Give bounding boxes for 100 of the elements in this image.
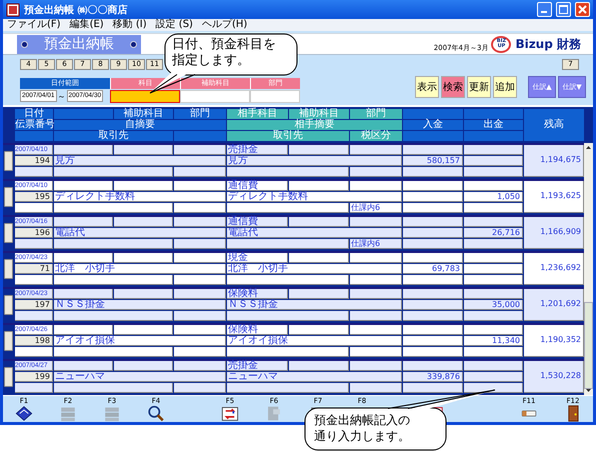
table-cell: [114, 360, 173, 371]
row-select-button[interactable]: [4, 366, 13, 387]
close-button[interactable]: [575, 2, 590, 18]
row-select-button[interactable]: [4, 258, 13, 279]
table-cell: [289, 180, 349, 191]
column-header: 取引先: [54, 130, 173, 141]
withdrawal-cell: 26,716: [464, 228, 523, 238]
table-cell: [174, 144, 226, 155]
memo-cell: ＮＳＳ掛金: [54, 300, 226, 310]
table-cell: [114, 144, 173, 155]
action-button[interactable]: 追加: [493, 76, 517, 98]
action-button[interactable]: 表示: [415, 76, 439, 98]
table-cell: [114, 288, 173, 299]
table-cell: [403, 192, 463, 202]
balance-cell: 1,201,692: [524, 288, 584, 321]
scrollbar-thumb[interactable]: [584, 302, 593, 389]
table-cell: [289, 360, 349, 371]
counter-account-cell: 売掛金: [227, 144, 288, 155]
menu-item[interactable]: 設定 (S): [156, 19, 193, 32]
table-cell: [350, 216, 402, 227]
table-cell: [114, 180, 173, 191]
row-select-button[interactable]: [4, 222, 13, 243]
column-header: 自摘要: [54, 120, 226, 130]
table-cell: [54, 252, 113, 263]
table-cell: [174, 288, 226, 299]
table-cell: [464, 264, 523, 274]
balance-cell: 1,166,909: [524, 216, 584, 249]
action-button[interactable]: 更新: [467, 76, 491, 98]
table-cell: [464, 324, 523, 335]
table-cell: [403, 202, 463, 213]
balance-cell: 1,193,625: [524, 180, 584, 213]
table-cell: [350, 310, 402, 321]
table-cell: [15, 310, 53, 321]
row-select-button[interactable]: [4, 330, 13, 351]
row-select-button[interactable]: [4, 150, 13, 171]
withdrawal-cell: 11,340: [464, 336, 523, 346]
voucher-number-cell: 198: [15, 336, 53, 346]
table-cell: [464, 180, 523, 191]
counter-account-cell: 保険料: [227, 324, 288, 335]
column-header: 相手科目: [227, 108, 288, 119]
header-cell: [54, 108, 113, 119]
memo-cell: アイオイ損保: [54, 336, 226, 346]
header-cell: [403, 108, 463, 119]
table-cell: [15, 382, 53, 393]
table-cell: [15, 346, 53, 357]
screen-title: 預金出納帳: [17, 34, 141, 54]
table-cell: [174, 360, 226, 371]
voucher-number-cell: 71: [15, 264, 53, 274]
counter-account-cell: 売掛金: [227, 360, 288, 371]
table-cell: [403, 252, 463, 263]
table-cell: [403, 324, 463, 335]
table-cell: [54, 216, 113, 227]
table-cell: [54, 144, 113, 155]
column-header: 相手摘要: [227, 120, 402, 130]
row-select-button[interactable]: [4, 294, 13, 315]
column-header: 補助科目: [289, 108, 349, 119]
table-cell: [289, 324, 349, 335]
table-cell: [464, 346, 523, 357]
filter-field[interactable]: [110, 90, 180, 103]
table-cell: [403, 288, 463, 299]
table-cell: [350, 252, 402, 263]
table-cell: [54, 324, 113, 335]
column-header: 税区分: [350, 130, 402, 141]
column-header: 取引先: [227, 130, 349, 141]
column-header: 補助科目: [114, 108, 173, 119]
row-select-button[interactable]: [4, 186, 13, 207]
table-cell: [174, 202, 226, 213]
close-icon: [578, 5, 587, 14]
minimize-button[interactable]: [537, 2, 552, 18]
table-cell: [403, 382, 463, 393]
table-cell: [114, 252, 173, 263]
memo-cell: 北洋 小切手: [54, 264, 226, 274]
table-cell: [403, 228, 463, 238]
table-cell: [350, 346, 402, 357]
scrollbar[interactable]: [584, 142, 593, 395]
table-cell: [350, 144, 402, 155]
memo-cell: 見方: [54, 156, 226, 166]
deposit-cell: 580,157: [403, 156, 463, 166]
header-cell: [174, 130, 226, 141]
withdrawal-cell: 35,000: [464, 300, 523, 310]
action-button[interactable]: 検索: [441, 76, 465, 98]
swap-arrows-icon[interactable]: [220, 404, 240, 422]
menu-item[interactable]: 編集(E): [70, 19, 104, 32]
table-cell: [289, 144, 349, 155]
range-separator: ～: [58, 90, 66, 102]
menu-item[interactable]: ヘルプ(H): [202, 19, 248, 32]
counter-memo-cell: ＮＳＳ掛金: [227, 300, 402, 310]
header-cell: [464, 108, 523, 119]
table-cell: [403, 180, 463, 191]
menu-item[interactable]: ファイル(F): [7, 19, 61, 32]
header-cell: [15, 130, 53, 141]
column-header: 出金: [464, 120, 523, 130]
tax-class-cell: 仕課内6: [350, 202, 402, 213]
table-cell: [403, 216, 463, 227]
deposit-cell: 339,876: [403, 372, 463, 382]
maximize-button[interactable]: [556, 2, 571, 18]
search-icon[interactable]: [146, 404, 166, 422]
menu-item[interactable]: 移動 (I): [112, 19, 147, 32]
table-cell: [464, 166, 523, 177]
table-cell: [174, 324, 226, 335]
